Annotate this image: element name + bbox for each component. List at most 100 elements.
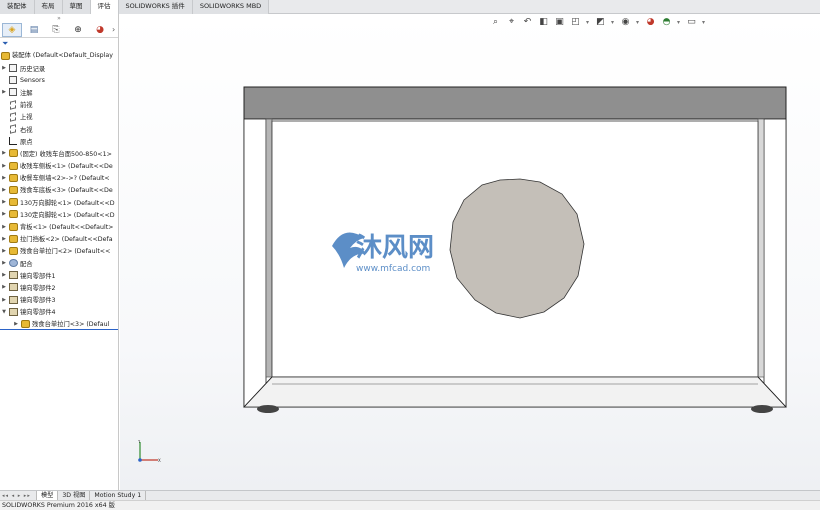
tree-item-label: 镜向零部件4 (20, 309, 56, 317)
tree-item-component[interactable]: ▶ 130万向脚轮<1> (Default<<D (0, 196, 118, 208)
tree-item-history[interactable]: ▶ 历史记录 (0, 62, 118, 74)
feature-manager-icon[interactable]: ◈ (2, 22, 22, 37)
expand-arrow-icon[interactable]: ▶ (0, 65, 8, 71)
caster-right (751, 405, 773, 413)
more-tabs-chevron-icon[interactable]: › (112, 25, 118, 34)
expand-arrow-icon[interactable]: ▶ (0, 163, 8, 169)
bottom-shelf (243, 376, 787, 408)
expand-arrow-icon[interactable]: ▶ (0, 284, 8, 290)
tree-item-label: 镜向零部件1 (20, 272, 56, 280)
cabinet-model (243, 86, 787, 413)
part-icon (8, 173, 18, 182)
mirror-component-icon (8, 295, 18, 304)
tree-item-component[interactable]: ▶ 背板<1> (Default<<Default> (0, 220, 118, 232)
left-post-inner (265, 118, 273, 378)
tree-item-mirror-component[interactable]: ▶ 镜向零部件1 (0, 269, 118, 281)
tree-item-label: 原点 (20, 138, 33, 146)
tree-item-top-plane[interactable]: 上视 (0, 111, 118, 123)
model-viewport[interactable]: 沐风网 www.mfcad.com (120, 14, 820, 490)
panel-collapse-handle[interactable]: » (0, 14, 118, 22)
tree-item-component[interactable]: ▶ 残食车底板<3> (Default<<De (0, 184, 118, 196)
part-icon (8, 161, 18, 170)
tree-item-label: 拉门挡板<2> (Default<<Defa (20, 236, 113, 244)
feature-manager-panel: » ◈ ▤ ⎘ ⊕ ◕ › ⏷ 装配体 (Default<Default_Dis… (0, 14, 119, 490)
tab-layout[interactable]: 布局 (34, 0, 63, 14)
expand-arrow-icon[interactable]: ▶ (0, 297, 8, 303)
watermark-title: 沐风网 (356, 233, 434, 263)
command-manager-tabs: 装配体 布局 草图 评估 SOLIDWORKS 插件 SOLIDWORKS MB… (0, 0, 820, 14)
tab-solidworks-mbd[interactable]: SOLIDWORKS MBD (192, 0, 270, 14)
tree-item-label: 右视 (20, 126, 33, 134)
tree-item-component[interactable]: ▶ 收残车侧板<1> (Default<<De (0, 160, 118, 172)
tree-item-front-plane[interactable]: 前视 (0, 99, 118, 111)
filter-icon[interactable]: ⏷ (0, 38, 118, 49)
tree-item-component[interactable]: ▶ 130定向脚轮<1> (Default<<D (0, 208, 118, 220)
svg-text:Y: Y (137, 440, 141, 444)
tree-item-label: 130万向脚轮<1> (Default<<D (20, 199, 115, 207)
tree-item-label: 残食台单拉门<2> (Default<< (20, 248, 111, 256)
tree-item-child-component[interactable]: ▶ 残食台单拉门<3> (Defaul (0, 318, 118, 331)
tree-item-mirror-component[interactable]: ▼ 镜向零部件4 (0, 306, 118, 318)
tree-item-label: (固定) 收残车台面500-850<1> (20, 150, 112, 158)
status-text: SOLIDWORKS Premium 2016 x64 版 (2, 502, 115, 509)
expand-arrow-icon[interactable]: ▶ (0, 211, 8, 217)
part-icon (8, 149, 18, 158)
expand-arrow-icon[interactable]: ▶ (0, 224, 8, 230)
tree-item-label: 背板<1> (Default<<Default> (20, 224, 114, 232)
tab-motion-study[interactable]: Motion Study 1 (90, 491, 147, 500)
assembly-icon (1, 52, 10, 60)
expand-arrow-icon[interactable]: ▶ (0, 175, 8, 181)
tree-item-component[interactable]: ▶ 拉门挡板<2> (Default<<Defa (0, 233, 118, 245)
tree-item-label: 注解 (20, 89, 33, 97)
part-icon (8, 246, 18, 255)
tree-item-label: Sensors (20, 76, 45, 84)
tree-item-component[interactable]: ▶ 收餐车侧墙<2>->? (Default< (0, 172, 118, 184)
tree-item-right-plane[interactable]: 右视 (0, 123, 118, 135)
property-manager-icon[interactable]: ▤ (24, 23, 44, 37)
expand-arrow-icon[interactable]: ▶ (0, 187, 8, 193)
tree-item-label: 130定向脚轮<1> (Default<<D (20, 211, 115, 219)
tree-item-component[interactable]: ▶ (固定) 收残车台面500-850<1> (0, 147, 118, 159)
reference-triad: Y X (137, 440, 161, 463)
mirror-component-icon (8, 307, 18, 316)
expand-arrow-icon[interactable]: ▶ (0, 272, 8, 278)
expand-arrow-icon[interactable]: ▶ (0, 89, 8, 95)
tree-item-sensors[interactable]: Sensors (0, 74, 118, 86)
tab-sketch[interactable]: 草图 (62, 0, 91, 14)
part-icon (8, 222, 18, 231)
tree-root-assembly[interactable]: 装配体 (Default<Default_Display (0, 50, 118, 62)
tree-item-component[interactable]: ▶ 残食台单拉门<2> (Default<< (0, 245, 118, 257)
display-manager-icon[interactable]: ◕ (90, 23, 110, 37)
manager-tabs: ◈ ▤ ⎘ ⊕ ◕ › (0, 22, 118, 38)
tab-assembly[interactable]: 装配体 (0, 0, 35, 14)
configuration-manager-icon[interactable]: ⎘ (46, 23, 66, 37)
mirror-component-icon (8, 271, 18, 280)
tree-item-label: 收餐车侧墙<2>->? (Default< (20, 175, 110, 183)
tree-item-label: 配合 (20, 260, 33, 268)
expand-arrow-icon[interactable]: ▶ (0, 236, 8, 242)
tree-root-label: 装配体 (Default<Default_Display (12, 52, 113, 59)
expand-arrow-icon[interactable]: ▶ (0, 260, 8, 266)
graphics-area[interactable]: ⌕ ⌖ ↶ ◧ ▣ ◰ ▾ ◩ ▾ ◉ ▾ ◕ ◓ ▾ ▭ ▾ 沐风网 www.… (120, 14, 820, 490)
expand-arrow-icon[interactable]: ▶ (12, 321, 20, 327)
tab-3d-views[interactable]: 3D 视图 (58, 491, 91, 500)
svg-text:X: X (158, 458, 161, 463)
dimxpert-icon[interactable]: ⊕ (68, 23, 88, 37)
tab-model[interactable]: 模型 (36, 491, 59, 500)
tree-item-origin[interactable]: 原点 (0, 135, 118, 147)
expand-arrow-icon[interactable]: ▶ (0, 248, 8, 254)
tree-item-label: 镜向零部件3 (20, 297, 56, 305)
collapse-arrow-icon[interactable]: ▼ (0, 309, 8, 315)
tree-item-mirror-component[interactable]: ▶ 镜向零部件3 (0, 294, 118, 306)
tab-scroll-arrows-icon[interactable]: ◂◂ ◂ ▸ ▸▸ (0, 493, 36, 499)
tree-item-mates[interactable]: ▶ 配合 (0, 257, 118, 269)
tree-item-annotations[interactable]: ▶ 注解 (0, 86, 118, 98)
tab-solidworks-addins[interactable]: SOLIDWORKS 插件 (118, 0, 193, 14)
bottom-tab-bar: ◂◂ ◂ ▸ ▸▸ 模型 3D 视图 Motion Study 1 (0, 490, 820, 500)
feature-tree: 装配体 (Default<Default_Display ▶ 历史记录 Senso… (0, 49, 118, 331)
plane-icon (8, 124, 18, 134)
expand-arrow-icon[interactable]: ▶ (0, 150, 8, 156)
tree-item-mirror-component[interactable]: ▶ 镜向零部件2 (0, 281, 118, 293)
expand-arrow-icon[interactable]: ▶ (0, 199, 8, 205)
tab-evaluate[interactable]: 评估 (90, 0, 119, 14)
